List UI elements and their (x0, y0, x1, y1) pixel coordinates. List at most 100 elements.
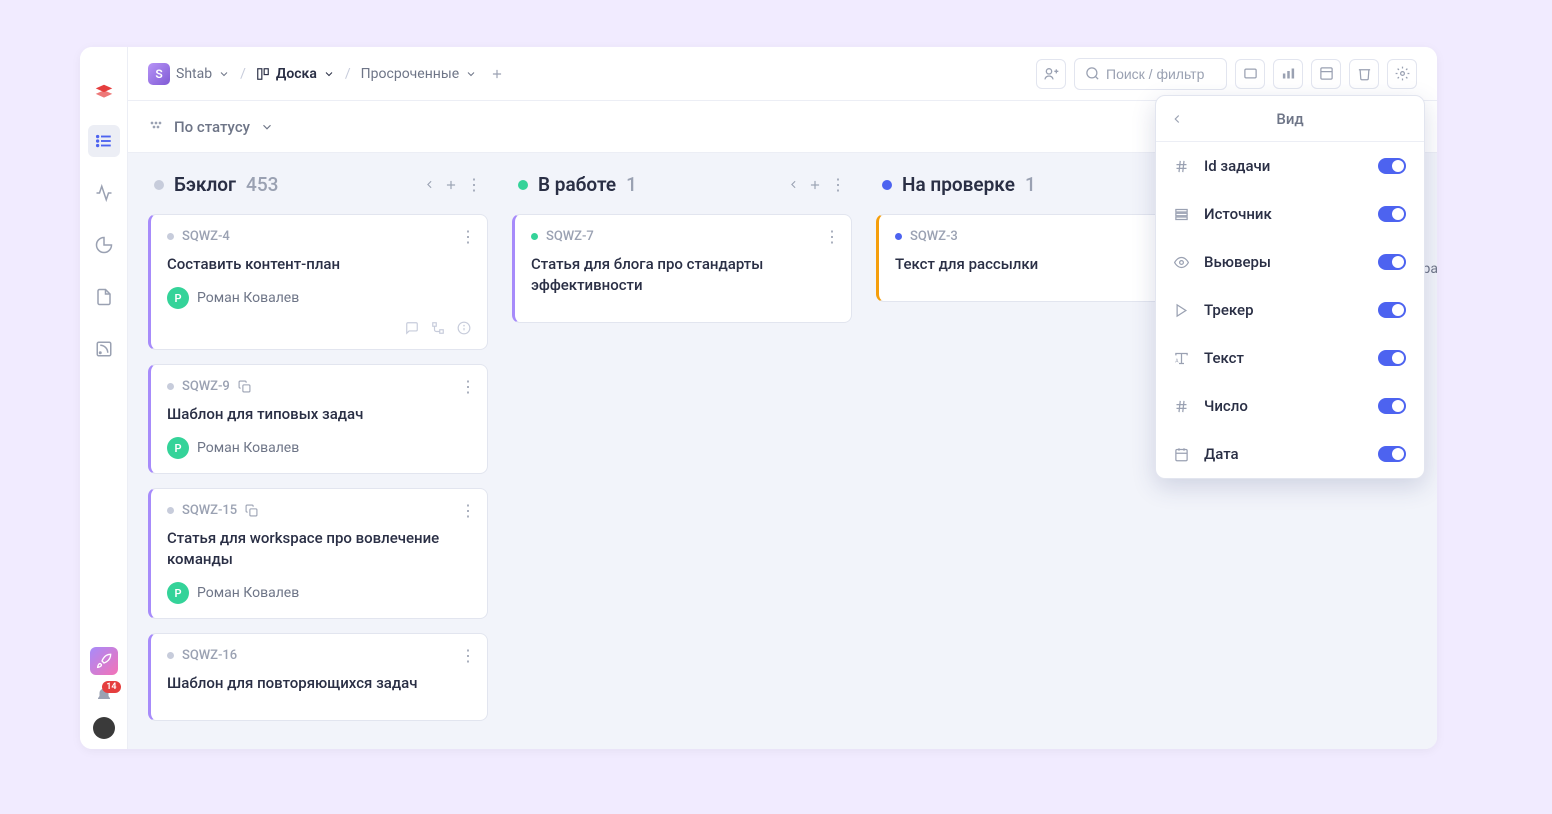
task-title: Составить контент-план (167, 254, 471, 275)
toggle-switch[interactable] (1378, 446, 1406, 462)
assignee-name: Роман Ковалев (197, 440, 299, 456)
app-logo-icon (92, 81, 116, 105)
cards-list: SQWZ-4⋮Составить контент-планРРоман Кова… (148, 214, 488, 721)
status-dot (167, 383, 174, 390)
card-more-button[interactable]: ⋮ (460, 646, 475, 665)
status-dot (531, 233, 538, 240)
grouping-label: По статусу (174, 118, 250, 136)
row-label: Трекер (1204, 301, 1254, 319)
column-title: Бэклог (174, 173, 236, 196)
toggle-switch[interactable] (1378, 350, 1406, 366)
breadcrumb-board[interactable]: Доска (256, 66, 335, 82)
main-area: S Shtab / Доска / Просроченные (128, 47, 1437, 749)
collapse-column-button[interactable] (423, 178, 436, 191)
user-avatar[interactable] (93, 717, 115, 739)
search-icon (1085, 66, 1100, 81)
view-option-row[interactable]: Трекер (1156, 286, 1424, 334)
status-dot (167, 233, 174, 240)
notification-badge: 14 (102, 681, 120, 693)
view-option-row[interactable]: Число (1156, 382, 1424, 430)
chevron-down-icon (260, 120, 274, 134)
row-icon (1174, 303, 1192, 318)
search-box[interactable] (1074, 58, 1227, 90)
breadcrumb-workspace[interactable]: S Shtab (148, 63, 230, 85)
nav-feed-icon[interactable] (88, 333, 120, 365)
task-title: Статья для блога про стандарты эффективн… (531, 254, 835, 296)
card-more-button[interactable]: ⋮ (824, 227, 839, 246)
stats-button[interactable] (1273, 59, 1303, 89)
view-option-row[interactable]: Источник (1156, 190, 1424, 238)
toggle-switch[interactable] (1378, 158, 1406, 174)
settings-button[interactable] (1387, 59, 1417, 89)
view-option-row[interactable]: Id задачи (1156, 142, 1424, 190)
archive-button[interactable] (1349, 59, 1379, 89)
panel-back-button[interactable] (1170, 112, 1184, 126)
members-button[interactable] (1036, 59, 1066, 89)
row-label: Источник (1204, 205, 1272, 223)
assignee-avatar: Р (167, 287, 189, 309)
notifications-button[interactable]: 14 (95, 687, 113, 705)
card-more-button[interactable]: ⋮ (460, 501, 475, 520)
toggle-switch[interactable] (1378, 254, 1406, 270)
row-icon (1174, 255, 1192, 270)
app-window: 14 S Shtab / Доска / Просроч (80, 47, 1437, 749)
column-header: Бэклог453⋮ (148, 173, 488, 196)
card-more-button[interactable]: ⋮ (460, 227, 475, 246)
toggle-switch[interactable] (1378, 302, 1406, 318)
task-card[interactable]: SQWZ-16⋮Шаблон для повторяющихся задач (148, 633, 488, 721)
column-title: В работе (538, 173, 616, 196)
task-card[interactable]: SQWZ-7⋮Статья для блога про стандарты эф… (512, 214, 852, 323)
grouping-icon (148, 119, 164, 135)
nav-list-icon[interactable] (88, 125, 120, 157)
view-option-row[interactable]: Дата (1156, 430, 1424, 478)
board-column: Бэклог453⋮SQWZ-4⋮Составить контент-планР… (148, 173, 488, 749)
column-more-button[interactable]: ⋮ (830, 175, 846, 194)
copy-icon (245, 504, 258, 517)
breadcrumb-separator: / (240, 66, 246, 82)
copy-icon (238, 380, 251, 393)
board-icon (256, 67, 270, 81)
column-more-button[interactable]: ⋮ (466, 175, 482, 194)
column-status-dot (154, 180, 164, 190)
panel-title: Вид (1276, 110, 1303, 128)
info-icon[interactable] (457, 321, 471, 335)
workspace-badge-icon: S (148, 63, 170, 85)
breadcrumb-filter-label: Просроченные (361, 66, 460, 82)
search-input[interactable] (1106, 66, 1216, 82)
status-dot (167, 507, 174, 514)
card-more-button[interactable]: ⋮ (460, 377, 475, 396)
collapse-column-button[interactable] (787, 178, 800, 191)
nav-activity-icon[interactable] (88, 177, 120, 209)
status-dot (895, 233, 902, 240)
task-id: SQWZ-9 (182, 379, 230, 394)
board-column: В работе1⋮ SQWZ-7⋮Статья для блога про ст… (512, 173, 852, 749)
subtask-icon[interactable] (431, 321, 445, 335)
add-view-button[interactable] (487, 64, 507, 84)
card-view-button[interactable] (1235, 59, 1265, 89)
toggle-switch[interactable] (1378, 206, 1406, 222)
row-icon: A (1174, 351, 1192, 366)
toggle-switch[interactable] (1378, 398, 1406, 414)
assignee: РРоман Ковалев (167, 582, 471, 604)
view-option-row[interactable]: Вьюверы (1156, 238, 1424, 286)
column-header: В работе1⋮ (512, 173, 852, 196)
svg-text:A: A (1175, 358, 1179, 364)
comment-icon[interactable] (405, 321, 419, 335)
add-task-button[interactable] (444, 178, 458, 192)
view-option-row[interactable]: A Текст (1156, 334, 1424, 382)
task-card[interactable]: SQWZ-9⋮Шаблон для типовых задачРРоман Ко… (148, 364, 488, 474)
grouping-selector[interactable]: По статусу (148, 118, 274, 136)
assignee-name: Роман Ковалев (197, 585, 299, 601)
layout-button[interactable] (1311, 59, 1341, 89)
task-card[interactable]: SQWZ-15⋮Статья для workspace про вовлече… (148, 488, 488, 619)
task-id: SQWZ-3 (910, 229, 958, 244)
task-title: Статья для workspace про вовлечение кома… (167, 528, 471, 570)
row-label: Текст (1204, 349, 1244, 367)
breadcrumb-filter[interactable]: Просроченные (361, 66, 478, 82)
nav-chart-icon[interactable] (88, 229, 120, 261)
task-card[interactable]: SQWZ-4⋮Составить контент-планРРоман Кова… (148, 214, 488, 350)
rocket-button[interactable] (90, 647, 118, 675)
nav-doc-icon[interactable] (88, 281, 120, 313)
add-task-button[interactable] (808, 178, 822, 192)
task-id: SQWZ-16 (182, 648, 237, 663)
